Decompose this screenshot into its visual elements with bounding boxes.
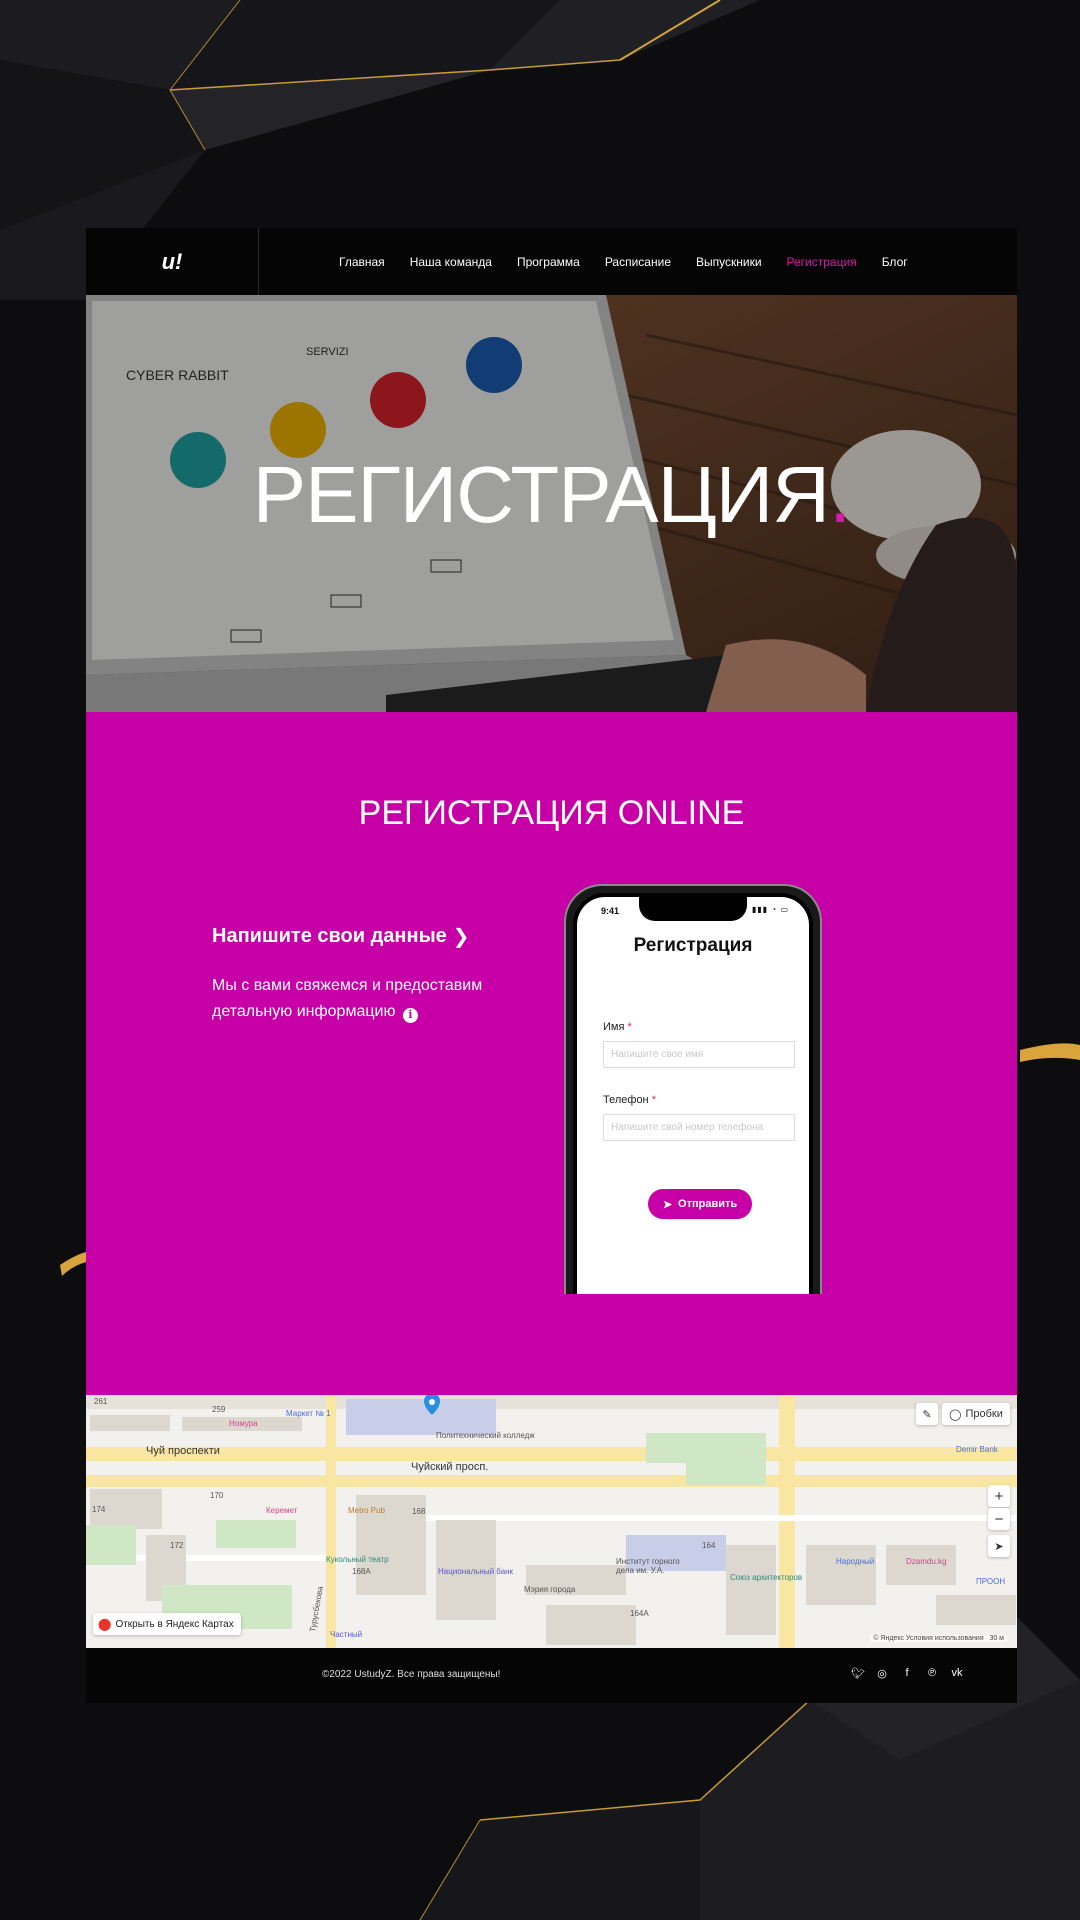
vk-icon[interactable]: vk — [951, 1667, 963, 1680]
instagram-icon[interactable]: ◎ — [876, 1667, 888, 1680]
hero-banner: CYBER RABBIT SERVIZI РЕГИСТРАЦИЯ. — [86, 295, 1017, 712]
traffic-icon: ◯ — [949, 1408, 962, 1421]
nav-program[interactable]: Программа — [517, 255, 580, 269]
open-in-yandex-maps-button[interactable]: ⬤ Открыть в Яндекс Картах — [93, 1613, 241, 1635]
twitter-icon[interactable]: 🐦︎ — [851, 1667, 865, 1680]
paper-plane-icon: ➤ — [662, 1198, 673, 1211]
location-arrow-icon: ➤ — [994, 1540, 1004, 1553]
status-time: 9:41 — [601, 906, 620, 916]
name-label-text: Имя — [603, 1021, 625, 1033]
registration-text: Мы с вами свяжемся и предоставим детальн… — [212, 973, 552, 1025]
hero-title: РЕГИСТРАЦИЯ. — [86, 455, 1017, 535]
map-poi: Национальный банк — [438, 1567, 514, 1576]
nav-registration[interactable]: Регистрация — [787, 255, 857, 269]
site-footer: ©2022 UstudyZ. Все права защищены! 🐦︎ ◎ … — [86, 1648, 1017, 1703]
registration-text-body: Мы с вами свяжемся и предоставим детальн… — [212, 977, 483, 1020]
chevron-right-icon: ❯ — [452, 926, 470, 948]
name-input[interactable] — [603, 1041, 795, 1068]
map-house-number: 168 — [412, 1507, 426, 1516]
site-header: u! Главная Наша команда Программа Распис… — [86, 228, 1017, 295]
registration-section: РЕГИСТРАЦИЯ ONLINE Напишите свои данные ❯… — [86, 712, 1017, 1395]
submit-button[interactable]: ➤ Отправить — [648, 1189, 752, 1219]
map-poi: Институт горного дела им. У.А. — [616, 1557, 680, 1575]
yandex-map[interactable]: Чуй проспекти Чуйский просп. Турусбекова… — [86, 1395, 1017, 1648]
map-house-number: 261 — [94, 1397, 108, 1406]
nav-graduates[interactable]: Выпускники — [696, 255, 762, 269]
nav-team[interactable]: Наша команда — [410, 255, 492, 269]
phone-input[interactable] — [603, 1114, 795, 1141]
phone-label: Телефон * — [603, 1094, 656, 1106]
map-poi: Мэрия города — [524, 1585, 576, 1594]
map-copyright-text: © Яндекс Условия использования — [873, 1635, 984, 1642]
plus-icon: + — [994, 1487, 1004, 1505]
info-icon: i — [402, 1007, 418, 1023]
footer-copyright: ©2022 UstudyZ. Все права защищены! — [322, 1669, 501, 1680]
traffic-label: Пробки — [965, 1408, 1003, 1420]
zoom-out-button[interactable]: − — [988, 1508, 1010, 1530]
open-in-yandex-maps-label: Открыть в Яндекс Картах — [115, 1618, 234, 1630]
map-poi: ПРООН — [976, 1577, 1006, 1586]
map-poi: Маркет № 1 — [286, 1409, 331, 1418]
map-house-number: 164 — [702, 1541, 716, 1550]
social-links: 🐦︎ ◎ f ℗ vk — [838, 1667, 963, 1680]
ruler-button[interactable]: ✎ — [916, 1403, 938, 1425]
registration-title: РЕГИСТРАЦИЯ ONLINE — [358, 794, 745, 832]
site-logo[interactable]: u! — [86, 228, 259, 295]
registration-intro: Напишите свои данные ❯ Мы с вами свяжемся… — [212, 924, 552, 1025]
map-poi: Номура — [229, 1419, 258, 1428]
map-poi: Частный — [330, 1630, 363, 1639]
map-house-number: 168А — [352, 1567, 371, 1576]
phone-mockup: 9:41 ▮▮▮ ◔ ▭ Регистрация Имя * Телефон *… — [564, 884, 822, 1294]
map-poi: Demir Bank — [956, 1445, 998, 1454]
registration-heading: Напишите свои данные ❯ — [212, 924, 552, 949]
map-pin-icon: ⬤ — [98, 1617, 112, 1631]
map-house-number: 259 — [212, 1405, 226, 1414]
phone-bezel: 9:41 ▮▮▮ ◔ ▭ Регистрация Имя * Телефон *… — [573, 893, 813, 1294]
map-poi: Metro Pub — [348, 1506, 385, 1515]
map-poi: Политехнический колледж — [436, 1431, 535, 1440]
map-canvas — [86, 1395, 1017, 1648]
hero-title-dot: . — [829, 450, 851, 539]
submit-label: Отправить — [678, 1198, 738, 1210]
map-street-label: Чуй проспекти — [146, 1445, 220, 1457]
form-title: Регистрация — [633, 935, 753, 956]
site-card: u! Главная Наша команда Программа Распис… — [86, 228, 1017, 1703]
map-copyright: © Яндекс Условия использования 30 м — [870, 1635, 1007, 1642]
status-icons: ▮▮▮ ◔ ▭ — [751, 905, 789, 914]
map-poi: Dzamdu.kg — [906, 1557, 947, 1566]
hero-title-text: РЕГИСТРАЦИЯ — [252, 450, 830, 539]
pinterest-icon[interactable]: ℗ — [926, 1667, 938, 1680]
traffic-button[interactable]: ◯ Пробки — [942, 1403, 1010, 1425]
map-poi: Народный — [836, 1557, 875, 1566]
phone-screen: 9:41 ▮▮▮ ◔ ▭ Регистрация Имя * Телефон *… — [577, 897, 809, 1294]
map-poi: Союз архитекторов — [730, 1573, 803, 1582]
map-house-number: 170 — [210, 1491, 224, 1500]
map-poi: Кукольный театр — [326, 1555, 389, 1564]
facebook-icon[interactable]: f — [901, 1667, 913, 1680]
registration-heading-text: Напишите свои данные — [212, 925, 447, 947]
map-house-number: 164А — [630, 1609, 649, 1618]
required-mark: * — [651, 1094, 656, 1106]
geolocation-button[interactable]: ➤ — [988, 1535, 1010, 1557]
main-nav: Главная Наша команда Программа Расписани… — [339, 255, 933, 269]
zoom-in-button[interactable]: + — [988, 1485, 1010, 1507]
name-label: Имя * — [603, 1021, 632, 1033]
required-mark: * — [627, 1021, 632, 1033]
nav-home[interactable]: Главная — [339, 255, 385, 269]
map-poi: Керемет — [266, 1506, 298, 1515]
map-house-number: 172 — [170, 1541, 184, 1550]
ruler-icon: ✎ — [922, 1408, 932, 1421]
minus-icon: − — [994, 1510, 1004, 1528]
map-street-label: Чуйский просп. — [411, 1461, 489, 1473]
nav-blog[interactable]: Блог — [882, 255, 908, 269]
nav-schedule[interactable]: Расписание — [605, 255, 671, 269]
map-scale: 30 м — [989, 1635, 1004, 1642]
map-house-number: 174 — [92, 1505, 106, 1514]
logo-text: u! — [161, 248, 183, 274]
phone-label-text: Телефон — [603, 1094, 649, 1106]
phone-notch — [639, 897, 747, 921]
